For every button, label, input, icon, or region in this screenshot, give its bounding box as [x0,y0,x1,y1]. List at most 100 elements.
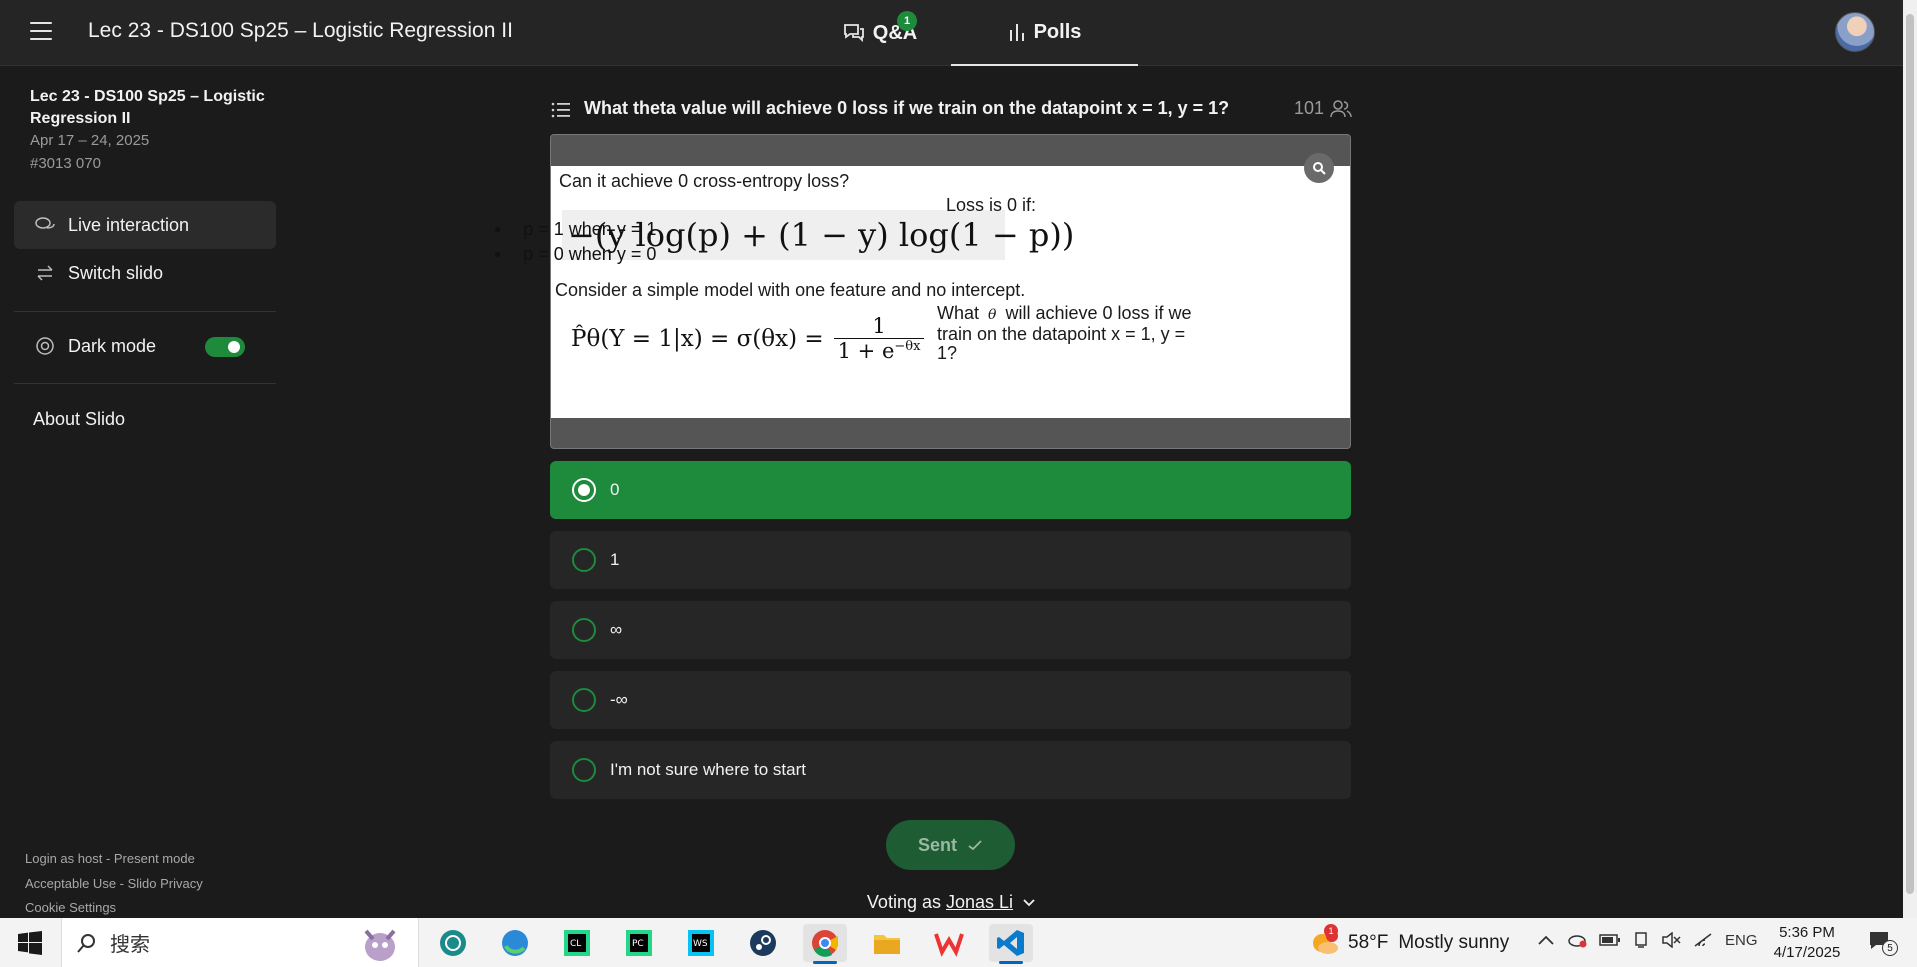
voting-as: Voting as Jonas Li [0,892,1903,913]
pycharm-icon: PC [626,930,652,956]
tab-polls[interactable]: Polls [951,0,1138,66]
poll-option-1[interactable]: 1 [550,531,1351,589]
footer-login-present-link[interactable]: Login as host - Present mode [25,851,195,866]
event-code: #3013 070 [30,155,101,172]
about-slido-link[interactable]: About Slido [33,409,125,430]
onedrive-icon[interactable] [1567,932,1587,948]
formula-exponent: −θx [894,339,921,354]
poll-image[interactable]: Can it achieve 0 cross-entropy loss? −(y… [550,134,1351,449]
poll-option-0[interactable]: 0 [550,461,1351,519]
scrollbar-thumb[interactable] [1906,14,1914,894]
poll-option-neg-infinity[interactable]: -∞ [550,671,1351,729]
slide-content: Can it achieve 0 cross-entropy loss? −(y… [551,166,1350,418]
windows-start-icon[interactable] [18,931,42,955]
notification-count: 5 [1882,940,1898,956]
clock-time: 5:36 PM [1779,924,1835,941]
loss-condition-title: Loss is 0 if: [946,195,1037,215]
wifi-icon[interactable] [1693,932,1713,948]
poll-option-not-sure[interactable]: I'm not sure where to start [550,741,1351,799]
svg-text:WS: WS [693,939,708,949]
taskbar-weather[interactable]: 58°F Mostly sunny [1310,930,1509,956]
taskbar-app-edge[interactable] [493,924,537,962]
switch-arrows-icon [22,265,68,281]
widgets-icon[interactable] [354,921,406,965]
radio-button[interactable] [572,618,596,642]
chat-bubbles-icon [22,216,68,234]
file-explorer-icon [874,935,900,954]
notification-center[interactable]: 5 [1868,930,1898,957]
option-label: -∞ [610,690,628,709]
taskbar-app-vscode[interactable] [989,924,1033,964]
footer-acceptable-privacy-link[interactable]: Acceptable Use - Slido Privacy [25,876,203,891]
tab-qa[interactable]: Q&A [800,0,960,66]
event-name: Lec 23 - DS100 Sp25 – Logistic Regressio… [30,88,265,127]
taskbar-app-webstorm[interactable]: WS [679,924,723,962]
option-label: 0 [610,480,620,499]
participants-icon [1330,99,1352,117]
taskbar-app-clion[interactable]: CL [555,924,599,962]
dark-mode-toggle[interactable] [205,337,245,357]
sidebar-item-label: Live interaction [68,214,190,235]
battery-icon[interactable] [1599,933,1621,947]
clion-icon: CL [564,930,590,956]
formula-numerator: 1 [833,314,925,339]
event-date: Apr 17 – 24, 2025 [30,132,150,149]
svg-text:CL: CL [570,939,581,949]
option-label: 1 [610,550,620,569]
taskbar-search[interactable]: 搜索 [61,918,419,967]
qiwen-icon [440,930,466,956]
sent-label: Sent [917,834,957,855]
device-icon[interactable] [1633,931,1649,949]
taskbar-clock[interactable]: 5:36 PM 4/17/2025 [1766,923,1848,963]
chevron-down-icon[interactable] [1022,898,1036,908]
menu-icon[interactable] [30,22,52,40]
list-item: p = 0 when y = 0 [494,243,656,268]
volume-muted-icon[interactable] [1661,932,1681,948]
page-title: Lec 23 - DS100 Sp25 – Logistic Regressio… [88,19,513,42]
zoom-image-button[interactable] [1304,153,1334,183]
avatar[interactable] [1835,12,1875,52]
webstorm-icon: WS [688,930,714,956]
radio-button[interactable] [572,548,596,572]
voter-name-link[interactable]: Jonas Li [946,892,1013,912]
radio-button[interactable] [572,758,596,782]
poll-option-infinity[interactable]: ∞ [550,601,1351,659]
poll-question: What theta value will achieve 0 loss if … [584,98,1230,118]
search-icon [1313,162,1326,175]
sidebar-item-switch-slido[interactable]: Switch slido [14,249,276,297]
taskbar-app-pycharm[interactable]: PC [617,924,661,962]
sidebar-item-label: Switch slido [68,262,164,283]
search-icon [77,933,95,953]
scrollbar[interactable] [1903,0,1917,918]
sent-button[interactable]: Sent [886,820,1015,870]
side-question-theta: θ [988,307,997,323]
slide-heading-crossentropy: Can it achieve 0 cross-entropy loss? [559,171,850,191]
sidebar-divider [14,383,276,384]
slide-heading-model: Consider a simple model with one feature… [555,280,1026,300]
radio-button[interactable] [572,478,596,502]
edge-icon [502,930,528,956]
chevron-up-icon[interactable] [1537,933,1555,947]
qa-count-badge: 1 [897,11,917,31]
wps-icon [934,933,964,957]
chrome-icon [812,930,839,957]
taskbar-app-qiwen[interactable] [431,924,475,962]
taskbar-app-steam[interactable] [741,924,785,962]
weather-desc: Mostly sunny [1398,932,1510,953]
logistic-model-formula: P̂θ(Y = 1|x) = σ(θx) = 1 1 + e−θx [571,314,925,363]
taskbar-app-wps[interactable] [927,924,971,962]
language-indicator[interactable]: ENG [1725,932,1758,949]
radio-button[interactable] [572,688,596,712]
weather-badge: 1 [1324,924,1338,938]
tab-polls-label: Polls [1033,20,1082,43]
sidebar-item-live-interaction[interactable]: Live interaction [14,201,276,249]
bar-chart-icon [1009,24,1024,41]
taskbar-app-chrome[interactable] [803,924,847,964]
voter-count-value: 101 [1294,98,1325,118]
steam-icon [750,930,776,956]
taskbar-app-file-explorer[interactable] [865,924,909,962]
clock-date: 4/17/2025 [1773,944,1841,961]
search-placeholder: 搜索 [110,934,150,956]
toggle-knob [228,341,240,353]
option-label: ∞ [610,620,623,639]
